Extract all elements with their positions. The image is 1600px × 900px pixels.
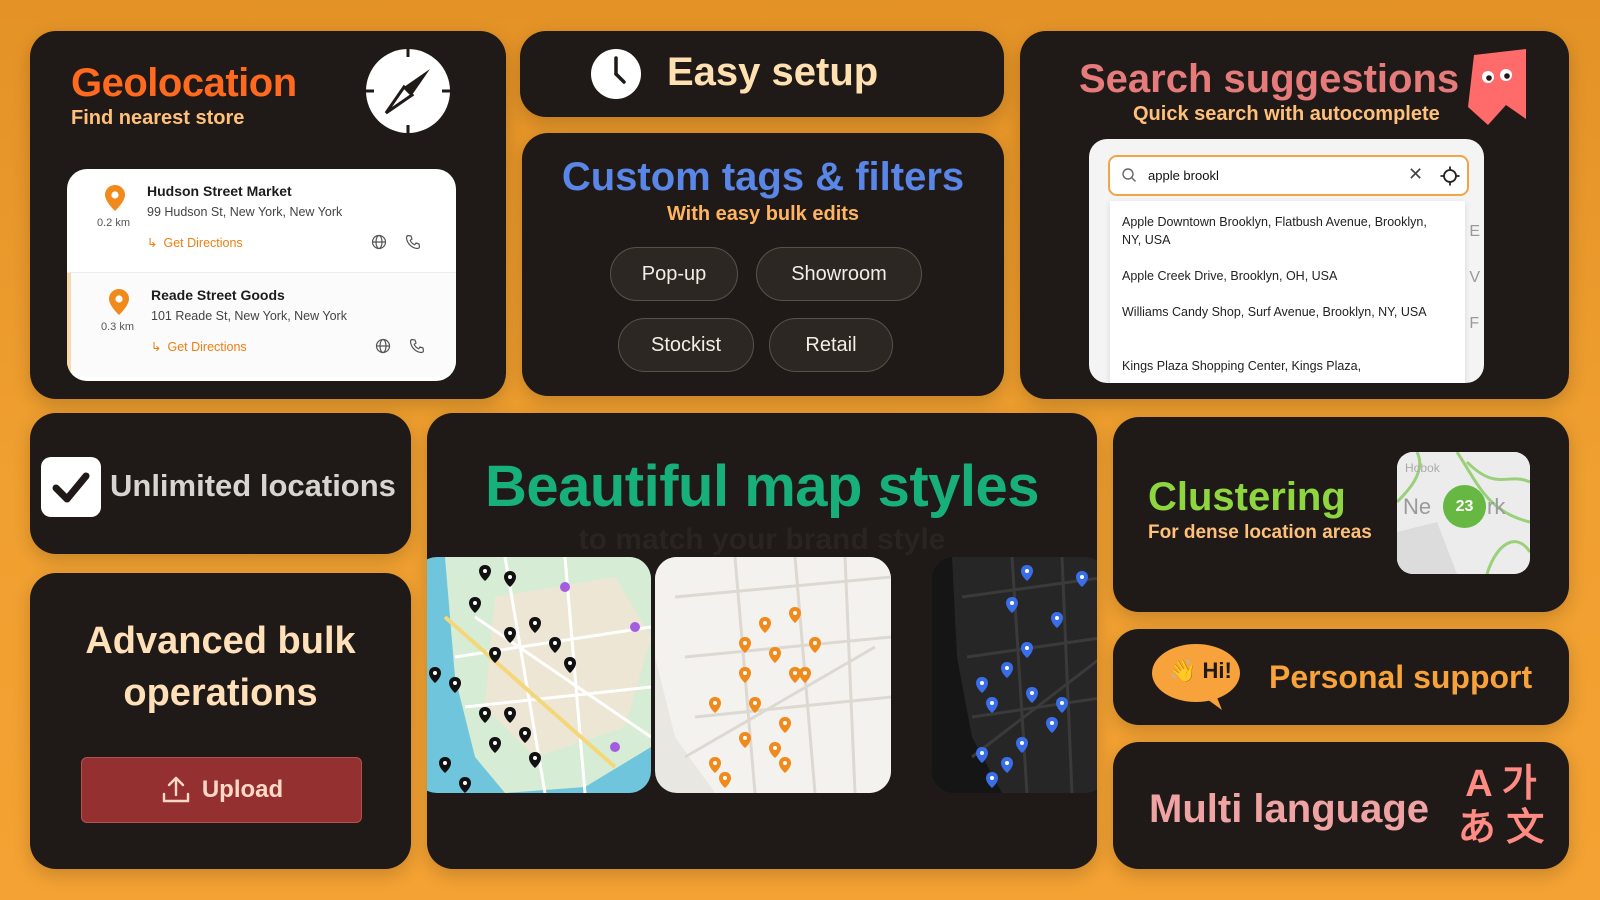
upload-icon [162,776,190,803]
store-name: Hudson Street Market [147,183,292,199]
easy-setup-title: Easy setup [667,50,879,94]
suggestion-item[interactable]: Apple Downtown Brooklyn, Flatbush Avenue… [1122,213,1442,249]
map-color-svg [427,557,651,793]
clustering-card: Clustering For dense location areas Ne r… [1113,417,1569,612]
compass-icon [366,49,450,133]
svg-text:Ne: Ne [1403,494,1431,519]
geolocation-card: Geolocation Find nearest store 0.2 km Hu… [30,31,506,399]
clock-icon [591,49,641,99]
store-distance: 0.2 km [97,217,131,229]
turn-arrow-icon: ↳ [147,236,158,250]
language-glyphs-line1: A 가 [1465,763,1537,805]
easy-setup-card: Easy setup [520,31,1004,117]
get-directions-link[interactable]: ↳ Get Directions [151,339,247,354]
mascot-icon [1468,49,1526,125]
language-card: Multi language A 가 あ 文 [1113,742,1569,869]
unlimited-card: Unlimited locations [30,413,411,554]
search-title: Search suggestions [1079,57,1460,101]
suggestion-item[interactable]: Kings Plaza Shopping Center, Kings Plaza… [1122,357,1442,375]
search-input[interactable]: apple brookl ✕ [1108,155,1469,196]
geolocation-subtitle: Find nearest store [71,107,245,129]
map-background: EVF [1469,223,1480,332]
map-styles-card: Beautiful map styles to match your brand… [427,413,1097,869]
clear-icon[interactable]: ✕ [1408,164,1423,185]
phone-icon[interactable] [405,234,421,250]
tag-showroom[interactable]: Showroom [756,247,922,301]
get-directions-label: Get Directions [167,340,247,354]
search-subtitle: Quick search with autocomplete [1133,103,1440,125]
svg-text:rk: rk [1487,494,1506,519]
map-pin-icon [105,185,125,211]
cluster-count-badge[interactable]: 23 [1443,485,1486,528]
bulk-title-line2: operations [123,672,318,714]
upload-button[interactable]: Upload [81,757,362,823]
store-name: Reade Street Goods [151,287,285,303]
checkbox-icon [41,457,101,517]
map-style-dark[interactable] [932,557,1097,793]
map-dark-svg [932,557,1097,793]
search-widget: EVF apple brookl ✕ Apple Downtown Brookl… [1089,139,1484,383]
store-distance: 0.3 km [101,321,135,333]
tag-stockist[interactable]: Stockist [618,318,754,372]
support-title: Personal support [1269,659,1533,695]
cluster-map-thumbnail: Ne rk Hobok 23 [1397,452,1530,574]
bulk-title-line1: Advanced bulk [85,620,356,662]
bulk-card: Advanced bulk operations Upload [30,573,411,869]
unlimited-title: Unlimited locations [110,468,396,503]
tag-retail[interactable]: Retail [769,318,893,372]
phone-icon[interactable] [409,338,425,354]
store-item[interactable]: 0.3 km Reade Street Goods 101 Reade St, … [67,273,456,377]
map-style-color[interactable] [427,557,651,793]
geolocation-title: Geolocation [71,61,297,105]
suggestion-item[interactable]: Williams Candy Shop, Surf Avenue, Brookl… [1122,303,1442,321]
upload-label: Upload [201,776,284,803]
tags-title: Custom tags & filters [561,155,965,199]
tags-card: Custom tags & filters With easy bulk edi… [522,133,1004,396]
search-icon [1122,168,1136,182]
language-glyphs-line2: あ 文 [1457,807,1545,849]
store-item[interactable]: 0.2 km Hudson Street Market 99 Hudson St… [67,169,456,273]
support-greeting: 👋 Hi! [1169,658,1232,683]
get-directions-link[interactable]: ↳ Get Directions [147,235,243,250]
map-styles-subtitle: to match your brand style [578,523,946,556]
clustering-title: Clustering [1148,475,1346,519]
globe-icon[interactable] [375,338,391,354]
map-light-svg [655,557,891,793]
turn-arrow-icon: ↳ [151,340,162,354]
map-styles-title: Beautiful map styles [484,454,1040,519]
globe-icon[interactable] [371,234,387,250]
tags-subtitle: With easy bulk edits [666,203,860,225]
tag-popup[interactable]: Pop-up [610,247,738,301]
search-card: Search suggestions Quick search with aut… [1020,31,1569,399]
suggestion-item[interactable]: Apple Creek Drive, Brooklyn, OH, USA [1122,267,1442,285]
language-glyphs-icon: A 가 あ 文 [1456,762,1546,850]
store-list: 0.2 km Hudson Street Market 99 Hudson St… [67,169,456,381]
map-style-light[interactable] [655,557,891,793]
clustering-subtitle: For dense location areas [1148,522,1372,543]
get-directions-label: Get Directions [163,236,243,250]
language-title: Multi language [1149,787,1429,831]
suggestion-list: Apple Downtown Brooklyn, Flatbush Avenue… [1110,201,1465,383]
locate-icon[interactable] [1440,166,1460,186]
search-input-value: apple brookl [1148,168,1219,183]
store-address: 99 Hudson St, New York, New York [147,205,343,219]
support-card: 👋 Hi! Personal support [1113,629,1569,725]
svg-text:Hobok: Hobok [1405,461,1441,475]
map-pin-icon [109,289,129,315]
store-address: 101 Reade St, New York, New York [151,309,347,323]
bulk-title: Advanced bulk operations [30,615,411,719]
